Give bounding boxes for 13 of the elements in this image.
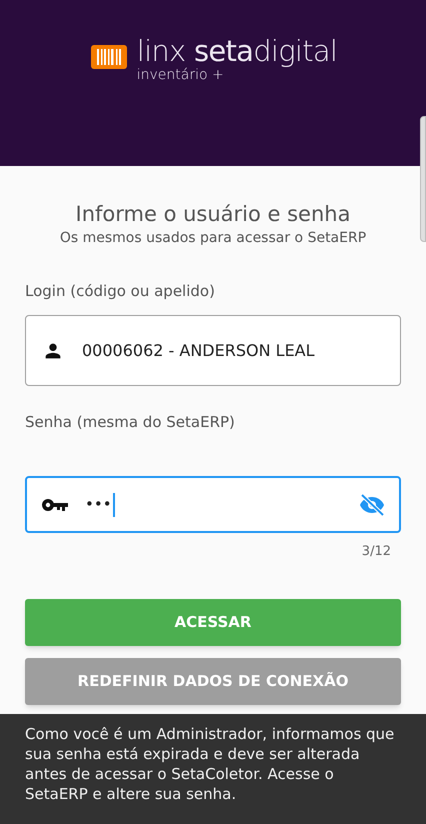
eye-slash-icon[interactable] [359, 494, 385, 516]
snackbar-message: Como você é um Administrador, informamos que sua senha está expirada e deve ser alterada antes de acessar o SetaColetor. Acesse o SetaERP e altere sua senha. [0, 714, 426, 824]
barcode-logo-icon [88, 42, 129, 72]
form-title: Informe o usuário e senha [74, 201, 352, 228]
logo-subtitle: inventário + [136, 68, 225, 82]
logo-text: linx setadigital [136, 34, 338, 68]
field-label: Senha (mesma do SetaERP) [25, 412, 236, 432]
password-field[interactable]: ••• [25, 476, 401, 533]
form-subtitle: Os mesmos usados para acessar o SetaERP [58, 229, 368, 248]
login-field[interactable]: 00006062 - ANDERSON LEAL [25, 315, 401, 386]
key-icon [41, 496, 69, 512]
character-counter: 3/12 [362, 543, 391, 561]
field-label: Login (código ou apelido) [25, 281, 216, 301]
